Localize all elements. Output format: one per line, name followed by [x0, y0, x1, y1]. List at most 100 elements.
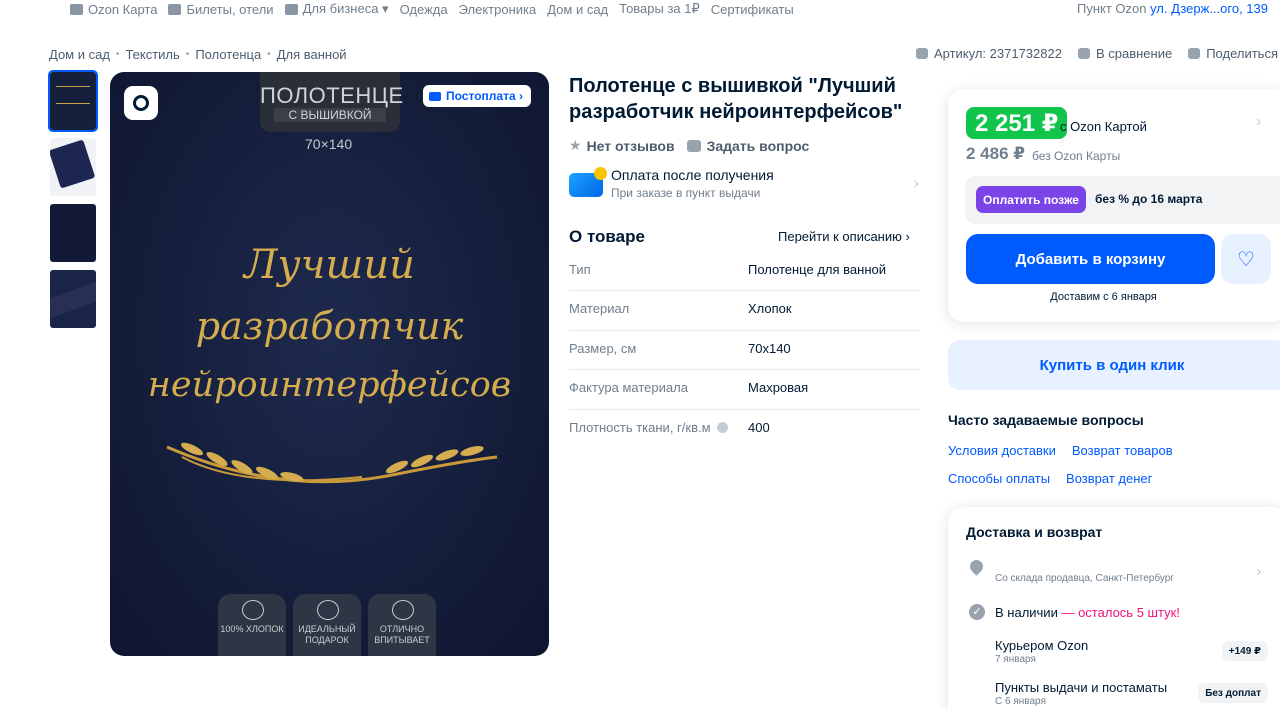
go-to-description-link[interactable]: Перейти к описанию ›	[778, 229, 910, 244]
faq-row: Условия доставки Возврат товаров	[948, 443, 1248, 458]
chevron-right-icon[interactable]: ›	[1256, 113, 1261, 131]
pay-later-button[interactable]: Оплатить позже	[976, 186, 1086, 213]
embroidery-line-1: Лучший	[244, 242, 415, 288]
faq-link-payment[interactable]: Способы оплаты	[948, 471, 1050, 486]
faq-link-refund[interactable]: Возврат денег	[1066, 471, 1152, 486]
product-image[interactable]: ПОЛОТЕНЦЕ С ВЫШИВКОЙ 70×140 Постоплата ›…	[110, 72, 549, 656]
top-link-tickets[interactable]: Билеты, отели	[168, 1, 274, 17]
about-title: О товаре	[569, 227, 645, 246]
top-link-ozon-card[interactable]: Ozon Карта	[70, 1, 157, 17]
payment-card-icon	[569, 167, 607, 197]
delivery-card: Доставка и возврат Со склада продавца, С…	[948, 507, 1280, 708]
top-nav-links: Ozon Карта Билеты, отели Для бизнеса ▾ О…	[70, 1, 805, 17]
embroidery-line-3: нейроинтерфейсов	[147, 365, 512, 405]
courier-price-badge: +149 ₽	[1221, 641, 1268, 661]
image-search-button[interactable]	[124, 86, 158, 120]
breadcrumb-item[interactable]: Дом и сад	[49, 47, 110, 62]
pay-later-terms: без % до 16 марта	[1095, 192, 1203, 206]
faq-links: Условия доставки Возврат товаров Способы…	[948, 443, 1248, 499]
faq-row: Способы оплаты Возврат денег	[948, 471, 1248, 486]
top-link-clothes[interactable]: Одежда	[400, 1, 448, 17]
feature-badge-cotton: 100% хлопок	[218, 594, 286, 656]
reviews-link[interactable]: ★ Нет отзывов	[569, 137, 675, 154]
product-title: Полотенце с вышивкой "Лучший разработчик…	[569, 75, 903, 123]
pickup-price-badge: Без доплат	[1198, 683, 1268, 703]
postpay-badge[interactable]: Постоплата ›	[423, 85, 531, 107]
question-icon	[686, 139, 701, 152]
spec-row: Размер, см 70x140	[569, 331, 920, 371]
chevron-right-icon: ›	[913, 175, 919, 192]
faq-link-delivery[interactable]: Условия доставки	[948, 443, 1056, 458]
regular-price-label: без Ozon Карты	[1032, 149, 1121, 163]
feature-badge-absorbent: отлично впитывает	[368, 594, 436, 656]
chevron-right-icon[interactable]: ›	[1256, 563, 1261, 581]
breadcrumb-item[interactable]: Для ванной	[277, 47, 347, 62]
check-icon: ✓	[969, 604, 985, 620]
thumbnail-1[interactable]	[48, 70, 98, 132]
spec-row: Материал Хлопок	[569, 291, 920, 331]
thumbnail-embroidery	[56, 86, 90, 104]
compare-icon	[1077, 48, 1090, 59]
compare-button[interactable]: В сравнение	[1077, 46, 1172, 61]
regular-price: 2 486 ₽	[966, 144, 1026, 163]
thumbnail-folded-towel	[50, 139, 96, 189]
ship-from[interactable]: Со склада продавца, Санкт-Петербург	[995, 573, 1174, 584]
stock-remaining: — осталось 5 штук!	[1061, 605, 1180, 620]
thumbnail-4[interactable]	[50, 270, 96, 328]
pay-after-receipt[interactable]: Оплата после получения При заказе в пунк…	[569, 166, 919, 202]
top-link-home[interactable]: Дом и сад	[547, 1, 608, 17]
pickup-date: С 6 января	[995, 696, 1046, 707]
breadcrumb: Дом и сад • Текстиль • Полотенца • Для ванн…	[49, 47, 347, 62]
favorite-heart-icon[interactable]: ♡	[1221, 234, 1271, 284]
product-meta: Артикул: 2371732822 В сравнение Поделить…	[915, 46, 1278, 61]
thumbnail-3[interactable]	[50, 204, 96, 262]
share-icon	[1188, 48, 1201, 59]
info-icon[interactable]	[716, 421, 728, 433]
embroidery-line-2: разработчик	[195, 304, 464, 348]
stock-status: В наличии — осталось 5 штук!	[995, 605, 1180, 620]
breadcrumb-separator: •	[185, 49, 190, 60]
courier-date: 7 января	[995, 654, 1036, 665]
thumbnail-list	[48, 70, 98, 336]
breadcrumb-item[interactable]: Полотенца	[195, 47, 261, 62]
star-icon: ★	[569, 137, 582, 153]
laurel-wreath-icon	[166, 442, 498, 484]
pay-later-block: Оплатить позже без % до 16 марта	[965, 176, 1280, 224]
towel-size-label: 70×140	[305, 136, 353, 152]
top-nav: Ozon Карта Билеты, отели Для бизнеса ▾ О…	[0, 0, 1280, 20]
pickup-address[interactable]: ул. Дзерж...ого, 139	[1150, 1, 1268, 16]
location-pin-icon	[967, 557, 986, 576]
add-to-cart-button[interactable]: Добавить в корзину	[966, 234, 1215, 284]
towel-tag: ПОЛОТЕНЦЕ С ВЫШИВКОЙ	[260, 72, 403, 132]
pickup-point[interactable]: Пункт Ozon ул. Дзерж...ого, 139	[1077, 1, 1268, 16]
share-button[interactable]: Поделиться	[1188, 46, 1278, 61]
plane-icon	[168, 3, 182, 15]
breadcrumb-separator: •	[115, 49, 120, 60]
courier-option[interactable]: Курьером Ozon	[995, 638, 1088, 653]
ask-question-link[interactable]: Задать вопрос	[686, 137, 809, 154]
rating-row: ★ Нет отзывов Задать вопрос	[569, 137, 809, 154]
top-link-1rub[interactable]: Товары за 1₽	[619, 1, 700, 17]
faq-title: Часто задаваемые вопросы	[948, 412, 1144, 428]
ozon-card-label: с Ozon Картой	[1060, 119, 1147, 134]
article-number[interactable]: Артикул: 2371732822	[915, 46, 1062, 61]
delivery-title: Доставка и возврат	[966, 524, 1103, 540]
faq-link-returns[interactable]: Возврат товаров	[1072, 443, 1173, 458]
breadcrumb-item[interactable]: Текстиль	[125, 47, 179, 62]
spec-row: Тип Полотенце для ванной	[569, 252, 920, 292]
price-card: 2 251 ₽ с Ozon Картой › 2 486 ₽ без Ozon…	[948, 89, 1280, 322]
feature-badges: 100% хлопок идеальный подарок отлично вп…	[218, 594, 436, 656]
specs-table: Тип Полотенце для ванной Материал Хлопок Р…	[569, 252, 920, 449]
top-link-electronics[interactable]: Электроника	[459, 1, 537, 17]
top-link-business[interactable]: Для бизнеса ▾	[284, 1, 389, 17]
ozon-card-price: 2 251 ₽	[966, 107, 1068, 139]
chat-icon	[915, 48, 928, 59]
top-link-certificates[interactable]: Сертификаты	[711, 1, 794, 17]
pickup-option[interactable]: Пункты выдачи и постаматы	[995, 680, 1167, 695]
buy-one-click-button[interactable]: Купить в один клик	[948, 340, 1280, 390]
thumbnail-2[interactable]	[50, 138, 96, 196]
breadcrumb-separator: •	[267, 49, 271, 60]
lens-icon	[133, 95, 149, 111]
delivery-date: Доставим с 6 января	[1050, 291, 1157, 303]
spec-row: Плотность ткани, г/кв.м 400	[569, 419, 770, 435]
